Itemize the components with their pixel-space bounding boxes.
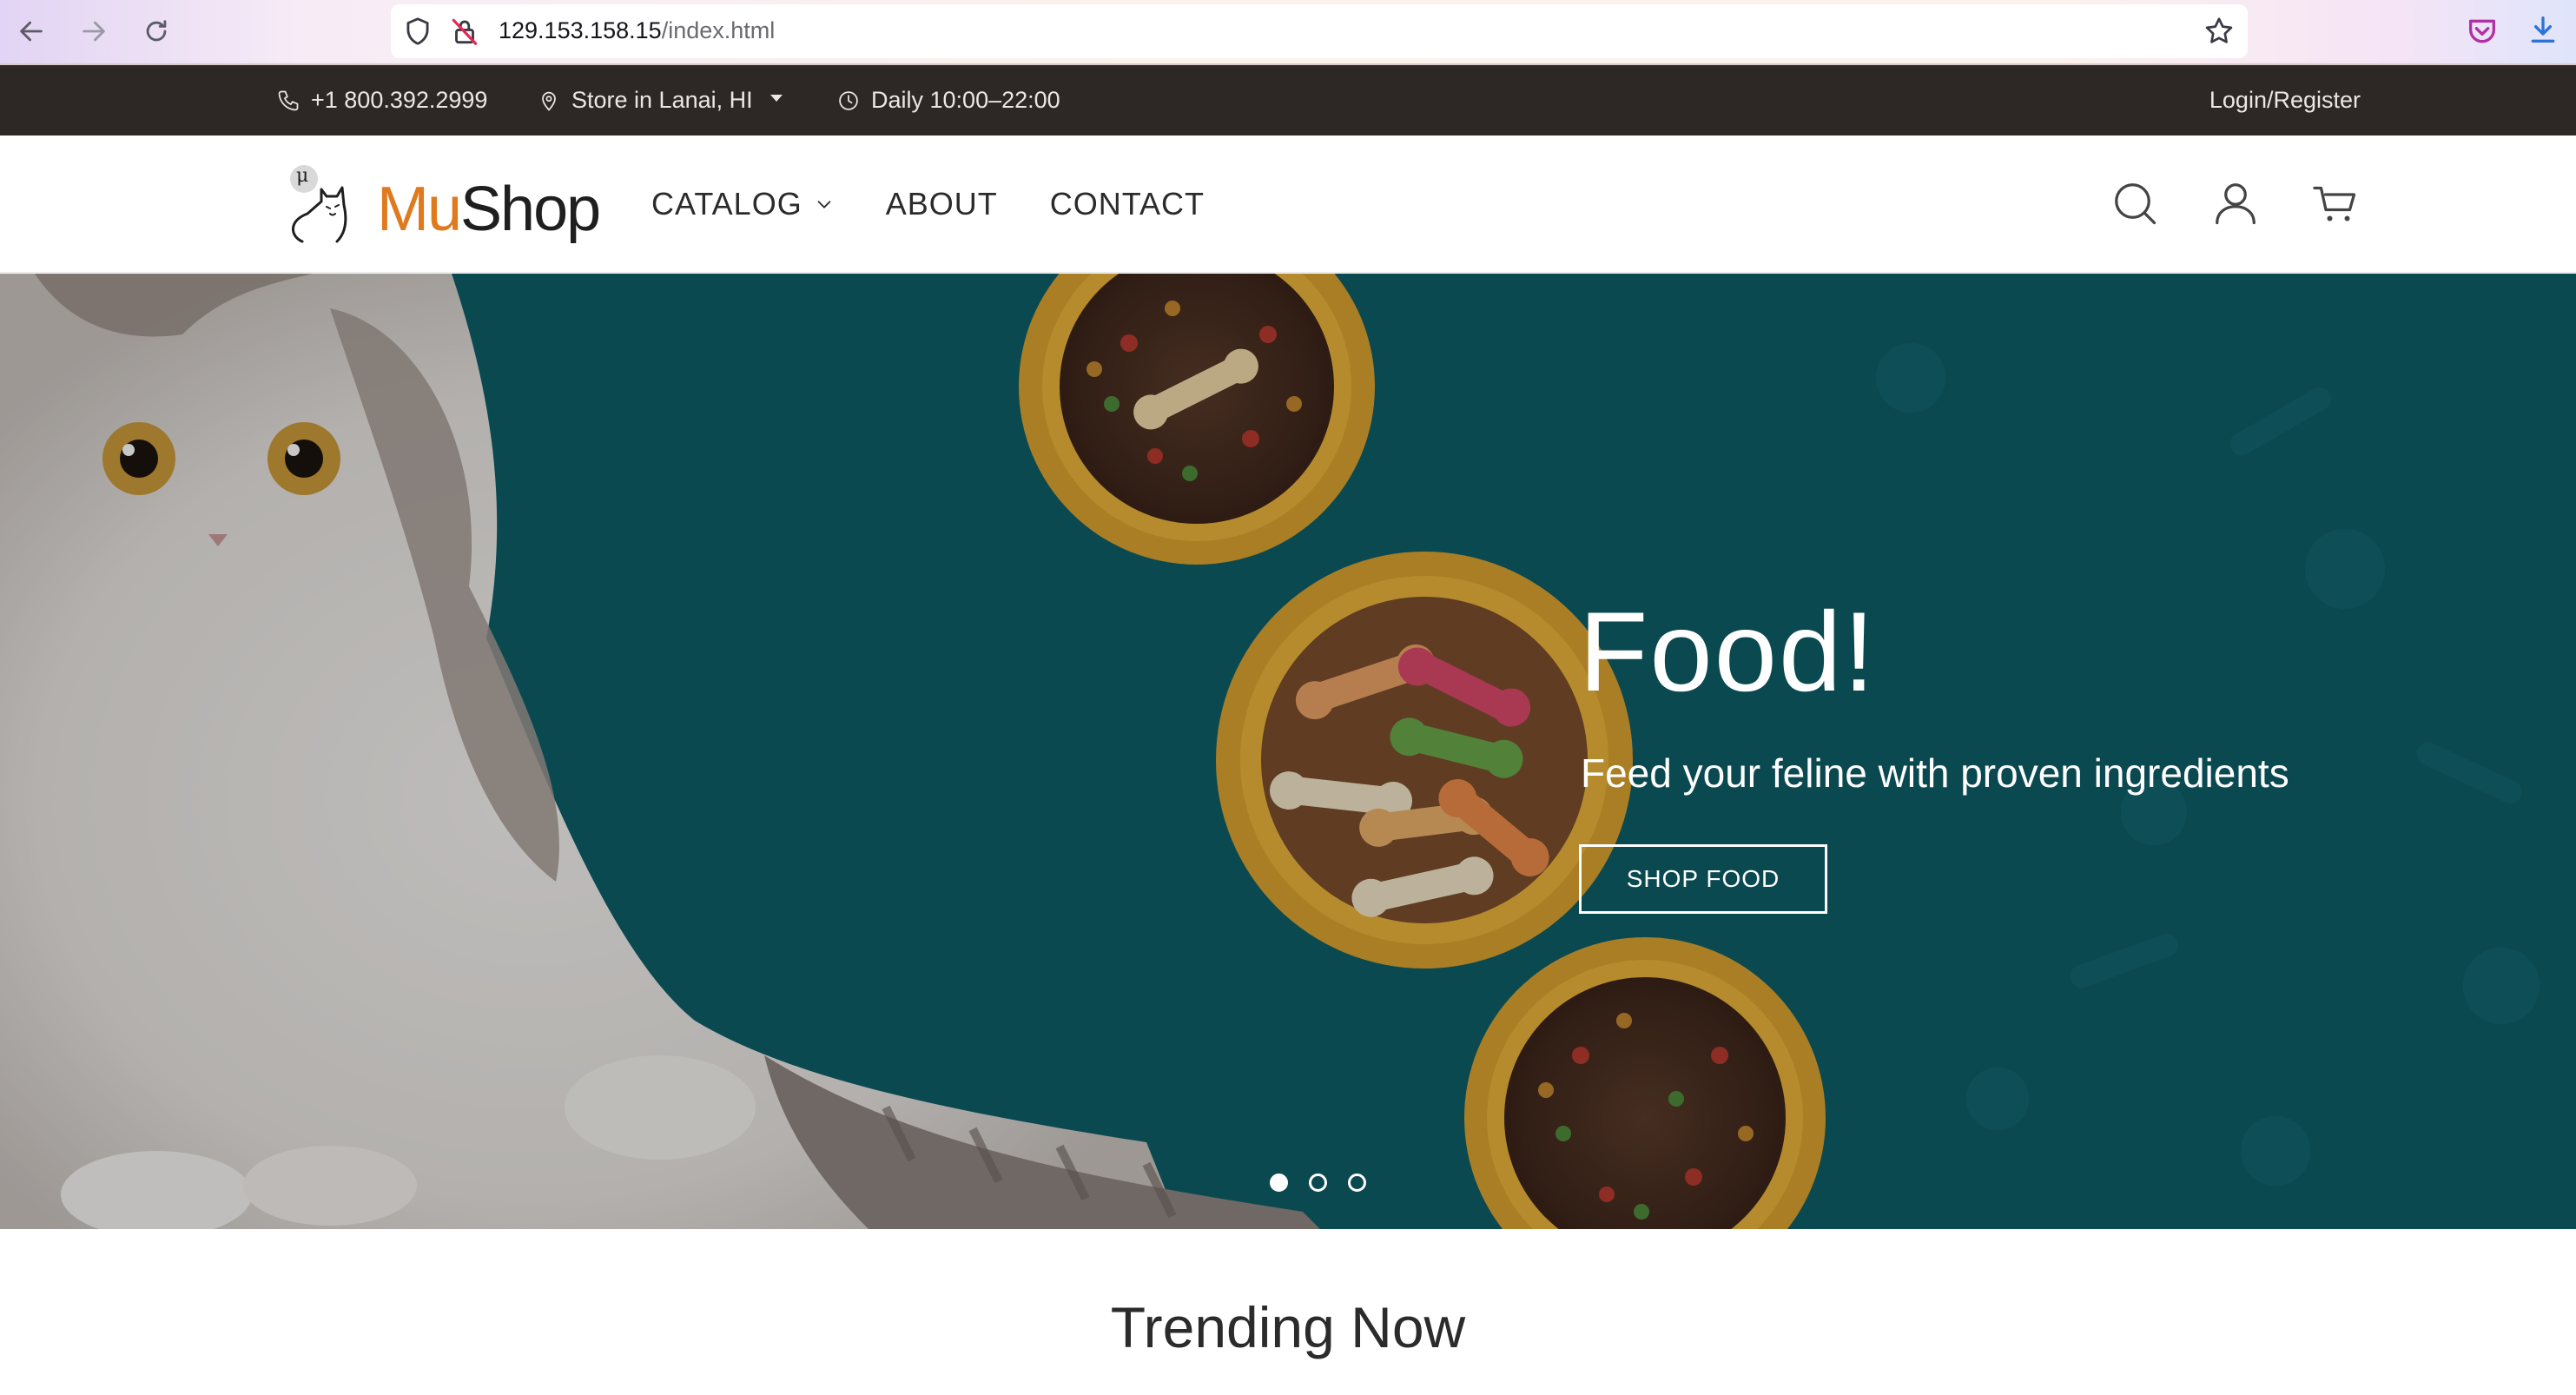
logo-badge: μ	[296, 165, 309, 187]
hero-subtitle: Feed your feline with proven ingredients	[1581, 750, 2289, 796]
phone-link[interactable]: +1 800.392.2999	[276, 65, 487, 136]
cart-button[interactable]	[2310, 177, 2362, 229]
nav-catalog-label: CATALOG	[651, 186, 803, 221]
carousel-indicators	[1270, 1174, 1366, 1192]
map-pin-icon	[542, 91, 556, 111]
nav-about[interactable]: ABOUT	[886, 186, 998, 222]
reload-button[interactable]	[137, 12, 175, 50]
logo-text-mu: Mu	[377, 175, 462, 244]
nav-contact[interactable]: CONTACT	[1050, 186, 1205, 222]
star-icon[interactable]	[2203, 15, 2236, 48]
hours-label: Daily 10:00–22:00	[871, 87, 1060, 113]
trending-heading: Trending Now	[1110, 1295, 1466, 1359]
forward-button[interactable]	[75, 12, 113, 50]
lock-slash-icon[interactable]	[448, 15, 481, 48]
carousel-dot-1[interactable]	[1270, 1174, 1288, 1192]
url-path: /index.html	[661, 17, 776, 43]
back-icon	[20, 21, 43, 42]
store-hours: Daily 10:00–22:00	[836, 65, 1060, 136]
hero-carousel: Food! Feed your feline with proven ingre…	[0, 274, 2576, 1229]
shield-icon[interactable]	[401, 15, 434, 48]
nav-catalog[interactable]: CATALOG	[651, 186, 834, 222]
download-icon[interactable]	[2526, 12, 2560, 47]
pocket-icon[interactable]	[2465, 14, 2500, 49]
main-nav: CATALOG ABOUT CONTACT	[651, 136, 1205, 273]
logo-text: MuShop	[377, 174, 601, 245]
reload-icon	[146, 20, 167, 42]
site-header: μ MuShop CATALOG ABOUT CONTACT	[0, 136, 2576, 273]
user-icon	[2216, 183, 2256, 225]
carousel-dot-3[interactable]	[1348, 1174, 1366, 1192]
address-bar[interactable]: 129.153.158.15/index.html	[391, 4, 2248, 58]
search-button[interactable]	[2109, 177, 2161, 229]
forward-icon	[83, 21, 105, 42]
shop-food-button[interactable]: SHOP FOOD	[1579, 844, 1827, 914]
clock-icon	[839, 90, 858, 110]
carousel-dot-2[interactable]	[1309, 1174, 1327, 1192]
cart-icon	[2313, 186, 2356, 221]
url-host: 129.153.158.15	[499, 17, 662, 43]
logo[interactable]: μ MuShop	[283, 160, 606, 247]
store-selector[interactable]: Store in Lanai, HI	[537, 65, 783, 136]
login-register-link[interactable]: Login/Register	[2209, 65, 2361, 136]
chevron-down-icon	[817, 201, 831, 208]
browser-toolbar: 129.153.158.15/index.html	[0, 0, 2576, 65]
account-button[interactable]	[2209, 177, 2262, 229]
phone-number: +1 800.392.2999	[311, 87, 488, 113]
logo-text-shop: Shop	[460, 175, 601, 244]
url-text[interactable]: 129.153.158.15/index.html	[499, 17, 775, 44]
store-label: Store in Lanai, HI	[571, 87, 753, 113]
phone-icon	[278, 90, 299, 110]
caret-down-icon	[769, 94, 783, 102]
hero-title: Food!	[1579, 588, 1877, 715]
search-icon	[2115, 183, 2157, 225]
back-button[interactable]	[12, 12, 50, 50]
store-topbar: +1 800.392.2999 Store in Lanai, HI Daily…	[0, 65, 2576, 136]
